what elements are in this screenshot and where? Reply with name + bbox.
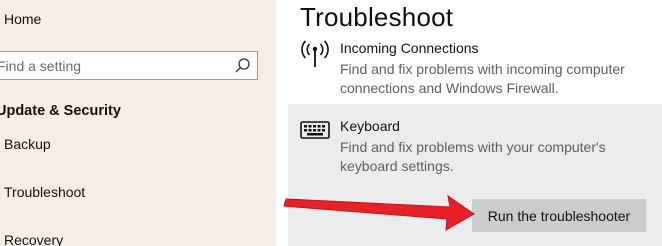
main-content: Troubleshoot Incoming Connections Find a… [276,0,662,246]
antenna-icon [301,40,329,67]
incoming-connections-description: Find and fix problems with incoming comp… [340,61,625,96]
run-troubleshooter-button[interactable]: Run the troubleshooter [472,199,646,232]
incoming-connections-title: Incoming Connections [340,40,479,56]
sidebar-item-recovery[interactable]: Recovery [4,232,63,246]
sidebar-item-troubleshoot[interactable]: Troubleshoot [4,184,85,200]
page-title: Troubleshoot [300,2,454,32]
sidebar: Home Update & Security Backup Troublesho… [0,0,276,246]
troubleshooter-incoming-connections[interactable]: Incoming Connections Find and fix proble… [300,40,650,100]
keyboard-title: Keyboard [340,118,400,134]
troubleshooter-keyboard[interactable]: Keyboard Find and fix problems with your… [300,118,650,178]
keyboard-description: Find and fix problems with your computer… [340,139,606,174]
search-icon[interactable] [234,57,251,74]
search-box[interactable] [0,51,258,80]
sidebar-item-backup[interactable]: Backup [4,136,51,152]
search-input[interactable] [0,52,221,79]
section-title: Update & Security [0,103,121,119]
keyboard-icon [300,121,330,139]
sidebar-item-home[interactable]: Home [4,11,41,27]
